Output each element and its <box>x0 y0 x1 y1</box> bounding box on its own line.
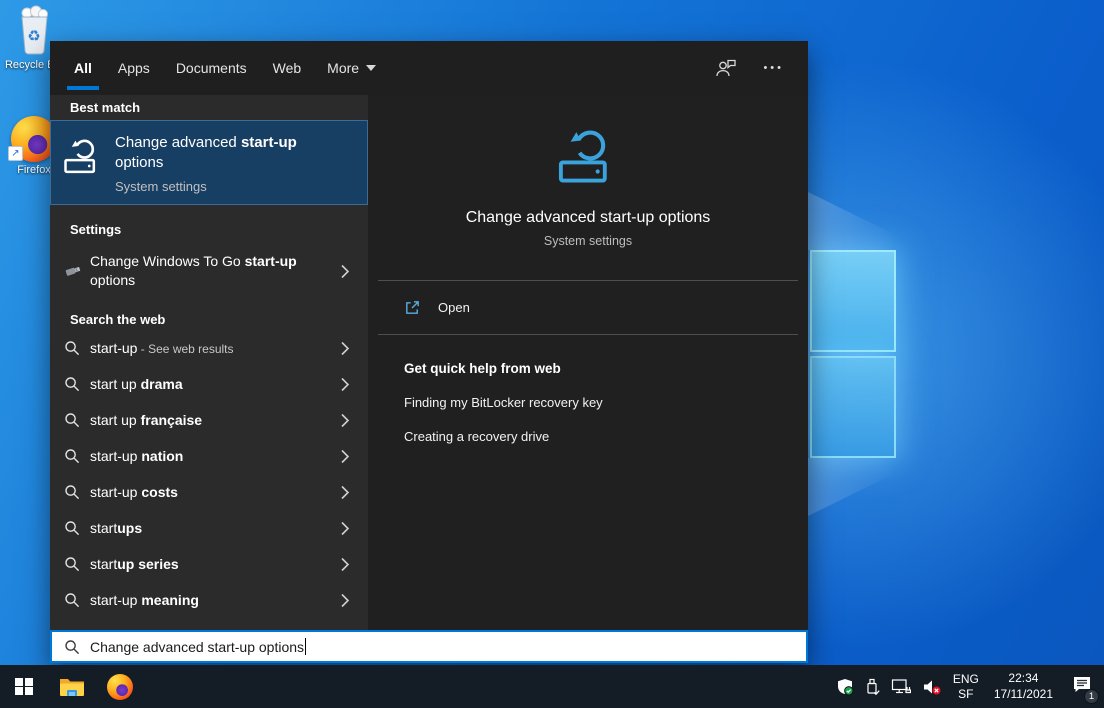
clock[interactable]: 22:34 17/11/2021 <box>990 671 1057 702</box>
search-results-list: Best match Change advanced start-up opti… <box>50 95 368 630</box>
chevron-right-icon <box>340 485 350 500</box>
start-button[interactable] <box>0 665 48 708</box>
chevron-right-icon <box>340 377 350 392</box>
open-label: Open <box>438 300 470 315</box>
tab-apps[interactable]: Apps <box>118 41 150 95</box>
settings-result-windows-to-go[interactable]: Change Windows To Go start-up options <box>50 240 368 302</box>
wallpaper-window-pane <box>810 250 896 352</box>
firefox-taskbar-button[interactable] <box>96 665 144 708</box>
clock-time: 22:34 <box>994 671 1053 687</box>
chevron-right-icon <box>340 557 350 572</box>
taskbar: ENG SF 22:34 17/11/2021 1 <box>0 665 1104 708</box>
web-suggestion-item[interactable]: start-up meaning <box>50 582 368 618</box>
language-indicator[interactable]: ENG SF <box>953 672 979 702</box>
file-explorer-icon <box>59 676 85 698</box>
web-suggestion-item[interactable]: startups <box>50 510 368 546</box>
shortcut-arrow-icon: ↗ <box>8 146 23 161</box>
tab-more[interactable]: More <box>327 41 376 95</box>
web-suggestion-item[interactable]: startup series <box>50 546 368 582</box>
tab-all[interactable]: All <box>74 41 92 95</box>
web-suggestions: start-up - See web results start up dram… <box>50 330 368 618</box>
preview-subtitle: System settings <box>368 234 808 248</box>
desktop: ♻ Recycle Bin ↗ Firefox All Apps Documen… <box>0 0 1104 708</box>
system-tray: ENG SF 22:34 17/11/2021 1 <box>836 665 1104 708</box>
security-shield-icon[interactable] <box>836 678 854 696</box>
search-icon <box>64 592 80 608</box>
web-suggestion-item[interactable]: start-up nation <box>50 438 368 474</box>
text-caret <box>305 638 306 655</box>
chevron-right-icon <box>340 593 350 608</box>
search-icon <box>64 484 80 500</box>
best-match-subtitle: System settings <box>115 179 311 194</box>
section-header-best-match: Best match <box>50 95 368 120</box>
search-input[interactable]: Change advanced start-up options <box>50 630 808 663</box>
notification-badge: 1 <box>1084 689 1099 704</box>
tab-documents[interactable]: Documents <box>176 41 247 95</box>
web-suggestion-item[interactable]: start-up - See web results <box>50 330 368 366</box>
search-icon <box>64 639 80 655</box>
search-icon <box>64 448 80 464</box>
usb-device-icon[interactable] <box>865 678 880 696</box>
web-suggestion-text: startup series <box>90 556 179 572</box>
help-link-bitlocker[interactable]: Finding my BitLocker recovery key <box>404 395 808 410</box>
chevron-right-icon <box>340 341 350 356</box>
recycle-bin-icon: ♻ <box>14 5 54 57</box>
web-suggestion-text: start-up - See web results <box>90 340 234 356</box>
network-display-icon[interactable] <box>891 678 911 695</box>
search-icon <box>64 556 80 572</box>
section-header-settings: Settings <box>50 218 368 240</box>
settings-result-text: Change Windows To Go start-up options <box>90 252 328 290</box>
volume-muted-icon[interactable] <box>922 678 942 696</box>
preview-title: Change advanced start-up options <box>368 209 808 227</box>
preview-panel: Change advanced start-up options System … <box>368 95 808 630</box>
web-suggestion-text: start up drama <box>90 376 183 392</box>
help-section-header: Get quick help from web <box>404 361 808 376</box>
tab-web[interactable]: Web <box>273 41 302 95</box>
search-input-value: Change advanced start-up options <box>90 639 304 655</box>
search-icon <box>64 520 80 536</box>
web-suggestion-text: start-up meaning <box>90 592 199 608</box>
recycle-symbol: ♻ <box>14 27 54 45</box>
chevron-right-icon <box>340 264 350 279</box>
open-action[interactable]: Open <box>368 281 808 334</box>
web-suggestion-text: startups <box>90 520 142 536</box>
wallpaper-light-ray <box>808 192 926 250</box>
clock-date: 17/11/2021 <box>994 687 1053 703</box>
usb-drive-icon <box>64 263 82 279</box>
search-icon <box>64 376 80 392</box>
web-suggestion-text: start up française <box>90 412 202 428</box>
web-suggestion-text: start-up costs <box>90 484 178 500</box>
search-flyout: All Apps Documents Web More ••• Best mat… <box>50 41 808 663</box>
sign-in-icon[interactable] <box>715 59 737 78</box>
web-suggestion-text: start-up nation <box>90 448 183 464</box>
web-suggestion-item[interactable]: start up française <box>50 402 368 438</box>
best-match-title: Change advanced start-up options <box>115 133 311 173</box>
restart-drive-icon-large <box>556 125 620 187</box>
search-tab-bar: All Apps Documents Web More ••• <box>50 41 808 95</box>
firefox-icon <box>107 674 133 700</box>
file-explorer-button[interactable] <box>48 665 96 708</box>
chevron-right-icon <box>340 449 350 464</box>
best-match-result[interactable]: Change advanced start-up options System … <box>50 120 368 205</box>
restart-drive-icon <box>63 136 103 176</box>
action-center-button[interactable]: 1 <box>1072 675 1092 699</box>
web-suggestion-item[interactable]: start-up costs <box>50 474 368 510</box>
wallpaper-window-pane <box>810 356 896 458</box>
help-link-recovery-drive[interactable]: Creating a recovery drive <box>404 429 808 444</box>
section-header-search-web: Search the web <box>50 302 368 330</box>
dropdown-arrow-icon <box>366 65 376 71</box>
search-icon <box>64 412 80 428</box>
more-options-icon[interactable]: ••• <box>763 62 784 74</box>
chevron-right-icon <box>340 413 350 428</box>
open-external-icon <box>404 299 421 316</box>
chevron-right-icon <box>340 521 350 536</box>
windows-logo-icon <box>15 678 33 696</box>
wallpaper-light-ray <box>808 458 926 516</box>
web-suggestion-item[interactable]: start up drama <box>50 366 368 402</box>
search-icon <box>64 340 80 356</box>
